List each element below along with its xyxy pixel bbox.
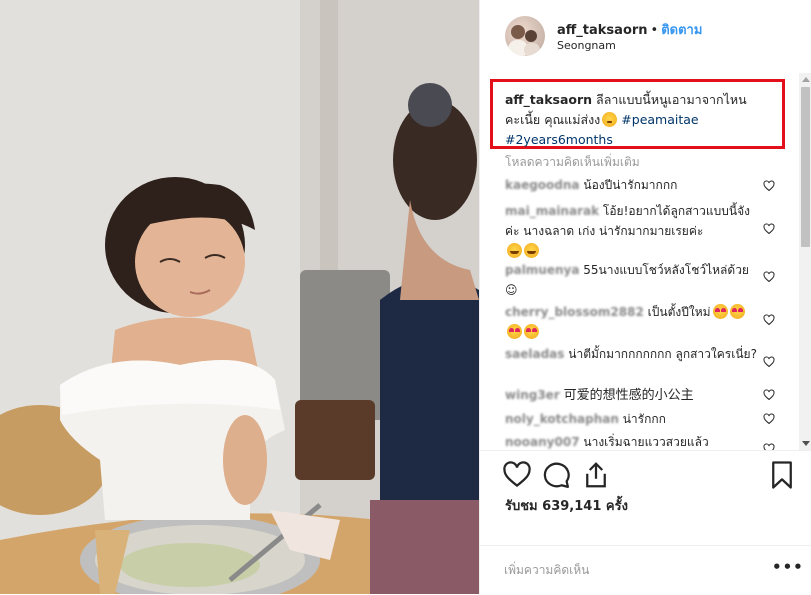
scroll-up-arrow-icon[interactable] xyxy=(802,77,810,82)
hashtag-peamaitae[interactable]: #peamaitae xyxy=(621,112,698,127)
hashtag-2years6months[interactable]: #2years6months xyxy=(505,132,613,147)
sweat-smile-emoji-icon xyxy=(602,112,618,127)
comment-heart-icon[interactable] xyxy=(763,443,775,450)
location-link[interactable]: Seongnam xyxy=(557,39,616,52)
comment-username[interactable]: kaegoodna xyxy=(505,178,580,192)
header-separator: • xyxy=(650,23,659,38)
instagram-post: aff_taksaorn • ติดตาม Seongnam aff_taksaor… xyxy=(0,0,811,594)
comment-username[interactable]: nooany007 xyxy=(505,435,580,449)
comments-list[interactable]: aff_taksaorn ลีลาแบบนี้หนูเอามาจากไหนคะเ… xyxy=(480,73,811,450)
grin-emoji-icon xyxy=(524,243,539,258)
comment-item: wing3er 可爱的想性感的小公主 xyxy=(505,385,760,406)
comment-text: น่าตีมั้กมากกกกกกก ลูกสาวใครเนี่ย? xyxy=(568,347,757,361)
comment-icon[interactable] xyxy=(541,460,571,490)
comment-text: 可爱的想性感的小公主 xyxy=(563,388,694,403)
caption-username[interactable]: aff_taksaorn xyxy=(505,92,592,107)
comment-text: น่ารักกก xyxy=(622,412,666,426)
post-actions: รับชม 639,141 ครั้ง xyxy=(480,450,811,546)
comment-heart-icon[interactable] xyxy=(763,389,775,401)
add-comment-bar: ••• xyxy=(480,545,811,595)
comment-heart-icon[interactable] xyxy=(763,271,775,283)
heart-eyes-emoji-icon xyxy=(524,324,539,339)
comment-heart-icon[interactable] xyxy=(763,180,775,192)
post-header: aff_taksaorn • ติดตาม Seongnam xyxy=(480,0,811,72)
comment-heart-icon[interactable] xyxy=(763,223,775,235)
heart-eyes-emoji-icon xyxy=(712,304,728,319)
heart-eyes-emoji-icon xyxy=(729,304,745,319)
comment-text: น้องปีน่ารักมากกก xyxy=(583,178,678,192)
view-count[interactable]: รับชม 639,141 ครั้ง xyxy=(505,495,628,516)
post-side-panel: aff_taksaorn • ติดตาม Seongnam aff_taksaor… xyxy=(479,0,811,594)
comment-heart-icon[interactable] xyxy=(763,314,775,326)
comments-scrollbar[interactable] xyxy=(799,73,811,450)
comment-text: นางเริ่มฉายแววสวยแล้ว xyxy=(583,435,709,449)
comment-heart-icon[interactable] xyxy=(763,356,775,368)
header-username-row: aff_taksaorn • ติดตาม xyxy=(557,19,702,40)
comment-username[interactable]: mai_mainarak xyxy=(505,204,599,218)
scrollbar-thumb[interactable] xyxy=(801,87,810,247)
comment-item: kaegoodna น้องปีน่ารักมากกก xyxy=(505,175,760,195)
comment-text: เป็นตั้งปีใหม่ xyxy=(647,305,711,319)
photo-illustration xyxy=(0,0,479,594)
bookmark-icon[interactable] xyxy=(767,460,797,490)
comment-username[interactable]: wing3er xyxy=(505,388,560,402)
comment-username[interactable]: saeladas xyxy=(505,347,564,361)
scroll-down-arrow-icon[interactable] xyxy=(802,441,810,446)
heart-icon[interactable] xyxy=(502,460,532,490)
comment-item: cherry_blossom2882 เป็นตั้งปีใหม่ xyxy=(505,302,760,342)
comment-item: nooany007 นางเริ่มฉายแววสวยแล้ว xyxy=(505,432,760,450)
comment-username[interactable]: cherry_blossom2882 xyxy=(505,305,644,319)
grin-emoji-icon xyxy=(507,243,522,258)
comment-item: noly_kotchaphan น่ารักกก xyxy=(505,409,760,429)
more-dots-icon[interactable]: ••• xyxy=(772,558,804,576)
header-username[interactable]: aff_taksaorn xyxy=(557,23,648,38)
comment-username[interactable]: palmuenya xyxy=(505,263,579,277)
add-comment-input[interactable] xyxy=(502,558,746,582)
comment-item: mai_mainarak โอ้ย!อยากได้ลูกสาวแบบนี้จัง… xyxy=(505,201,760,261)
post-photo[interactable] xyxy=(0,0,479,594)
comment-item: saeladas น่าตีมั้กมากกกกกกก ลูกสาวใครเนี… xyxy=(505,344,760,364)
avatar[interactable] xyxy=(505,16,545,56)
comment-heart-icon[interactable] xyxy=(763,413,775,425)
comment-item: palmuenya 55นางแบบโชว์หลังโชว์ไหล่ด้วย ☺ xyxy=(505,260,760,300)
share-icon[interactable] xyxy=(581,460,611,490)
comment-username[interactable]: noly_kotchaphan xyxy=(505,412,619,426)
heart-eyes-emoji-icon xyxy=(507,324,522,339)
follow-button[interactable]: ติดตาม xyxy=(661,23,702,38)
load-more-comments[interactable]: โหลดความคิดเห็นเพิ่มเติม xyxy=(505,153,640,172)
caption-highlight-box: aff_taksaorn ลีลาแบบนี้หนูเอามาจากไหนคะเ… xyxy=(490,79,785,149)
